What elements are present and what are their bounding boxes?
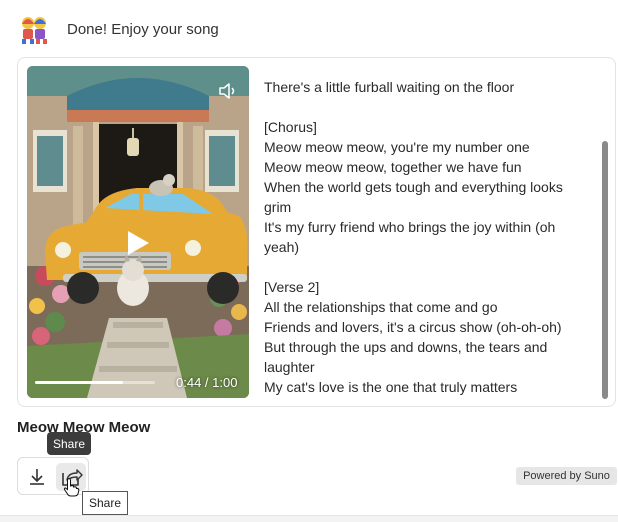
download-button[interactable] [26,466,48,488]
lyric-line [264,97,599,117]
lyric-line: Meow meow meow, together we have fun [264,159,522,175]
share-title-tooltip: Share [82,491,128,515]
play-icon [128,231,149,255]
lyric-line: Meow meow meow, you're my number one [264,139,530,155]
playback-time: 0:44 / 1:00 [176,375,238,390]
lyric-line: When the world gets tough and everything… [264,179,563,195]
lyric-line: But through the ups and downs, the tears… [264,339,548,355]
chat-message-header: Done! Enjoy your song [18,14,219,44]
lyrics-panel: There's a little furball waiting on the … [264,77,599,398]
lyric-line: Friends and lovers, it's a circus show (… [264,319,562,335]
lyric-line: [Chorus] [264,119,317,135]
lyric-line: grim [264,199,292,215]
playback-progress-bar[interactable] [35,381,155,384]
lyrics-scrollbar[interactable] [601,66,609,400]
speaker-icon [219,83,235,99]
play-button[interactable] [125,229,151,257]
lyric-line [264,257,599,277]
playback-progress-fill [35,381,123,384]
lyrics-scrollbar-thumb[interactable] [602,141,608,399]
hand-cursor-icon [63,478,80,497]
bot-emoji-avatar-icon [18,14,52,44]
download-icon [30,469,44,485]
share-tooltip: Share [47,432,91,455]
song-card: 0:44 / 1:00 There's a little furball wai… [17,57,616,407]
lyric-line: It's my furry friend who brings the joy … [264,219,556,235]
lyric-line: [Verse 2] [264,279,320,295]
mute-button[interactable] [217,80,239,102]
lyric-line: My cat's love is the one that truly matt… [264,379,518,395]
powered-by-badge[interactable]: Powered by Suno [516,467,617,485]
lyric-line: All the relationships that come and go [264,299,498,315]
song-cover-video[interactable]: 0:44 / 1:00 [27,66,249,398]
status-message: Done! Enjoy your song [67,20,219,38]
lyric-line: There's a little furball waiting on the … [264,79,515,95]
lyric-line: yeah) [264,239,300,255]
chat-input-divider [0,515,618,522]
lyric-line: laughter [264,359,315,375]
